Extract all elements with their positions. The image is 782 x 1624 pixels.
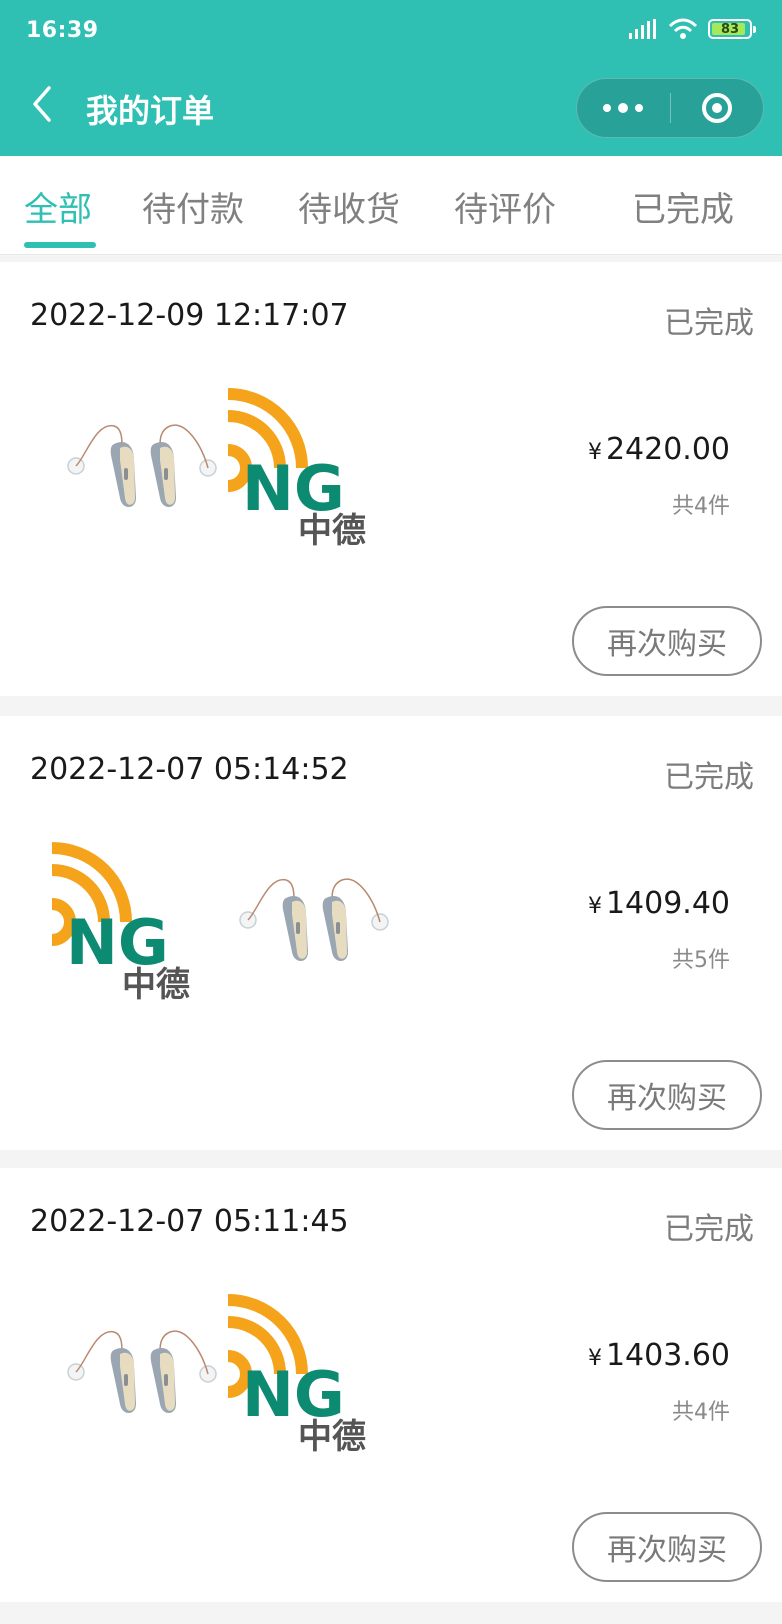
battery-level: 83	[720, 21, 740, 37]
order-status: 已完成	[664, 306, 754, 341]
order-amount: 1409.40	[605, 886, 730, 921]
order-datetime: 2022-12-09 12:17:07	[30, 298, 349, 333]
logo-subtext: 中德	[298, 1417, 366, 1454]
logo-subtext: 中德	[122, 965, 190, 1002]
status-time: 16:39	[26, 18, 99, 43]
tab-pending-payment[interactable]: 待付款	[142, 182, 244, 231]
order-item-count: 共5件	[672, 948, 730, 973]
close-button[interactable]	[671, 79, 763, 137]
target-ring-icon	[702, 93, 732, 123]
order-price: ¥2420.00	[588, 432, 730, 467]
order-item-count: 共4件	[672, 1400, 730, 1425]
order-amount: 2420.00	[605, 432, 730, 467]
tab-all[interactable]: 全部	[24, 182, 92, 231]
product-image-hearing-aid[interactable]	[228, 840, 390, 1002]
signal-icon	[629, 19, 656, 39]
order-amount: 1403.60	[605, 1338, 730, 1373]
status-icons: 83	[628, 18, 756, 40]
product-image-logo[interactable]: NG 中德	[52, 840, 214, 1002]
tab-completed[interactable]: 已完成	[632, 182, 734, 231]
rebuy-button[interactable]: 再次购买	[572, 1060, 762, 1130]
order-datetime: 2022-12-07 05:14:52	[30, 752, 349, 787]
wifi-icon	[668, 18, 698, 39]
product-image-hearing-aid[interactable]	[56, 1292, 218, 1454]
battery-icon: 83	[708, 19, 756, 39]
logo-subtext: 中德	[298, 511, 366, 548]
page-title: 我的订单	[86, 92, 215, 130]
rebuy-button[interactable]: 再次购买	[572, 606, 762, 676]
currency-symbol: ¥	[587, 1346, 602, 1371]
product-image-hearing-aid[interactable]	[56, 386, 218, 548]
product-image-logo[interactable]: NG 中德	[228, 386, 390, 548]
app-header: 16:39 83 我的订单	[0, 0, 782, 156]
rebuy-button[interactable]: 再次购买	[572, 1512, 762, 1582]
order-datetime: 2022-12-07 05:11:45	[30, 1204, 349, 1239]
currency-symbol: ¥	[587, 440, 602, 465]
order-card[interactable]: 2022-12-07 05:14:52 已完成 NG 中德 ¥1409.40 共…	[0, 716, 782, 1150]
order-price: ¥1403.60	[588, 1338, 730, 1373]
tab-pending-review[interactable]: 待评价	[454, 182, 556, 231]
more-dots-icon	[603, 104, 611, 112]
order-status: 已完成	[664, 760, 754, 795]
order-item-count: 共4件	[672, 494, 730, 519]
order-price: ¥1409.40	[588, 886, 730, 921]
active-tab-indicator	[24, 242, 96, 248]
back-button[interactable]	[30, 84, 62, 128]
order-tabs: 全部 待付款 待收货 待评价 已完成	[0, 156, 782, 255]
more-button[interactable]	[577, 79, 669, 137]
mini-program-capsule	[576, 78, 764, 138]
order-status: 已完成	[664, 1212, 754, 1247]
currency-symbol: ¥	[587, 894, 602, 919]
tab-pending-receipt[interactable]: 待收货	[298, 182, 400, 231]
chevron-left-icon	[33, 86, 51, 122]
order-card[interactable]: 2022-12-07 05:11:45 已完成 NG 中德 ¥1403.60 共…	[0, 1168, 782, 1602]
order-card[interactable]: 2022-12-09 12:17:07 已完成 NG 中德 ¥2420.00 共…	[0, 262, 782, 696]
product-image-logo[interactable]: NG 中德	[228, 1292, 390, 1454]
